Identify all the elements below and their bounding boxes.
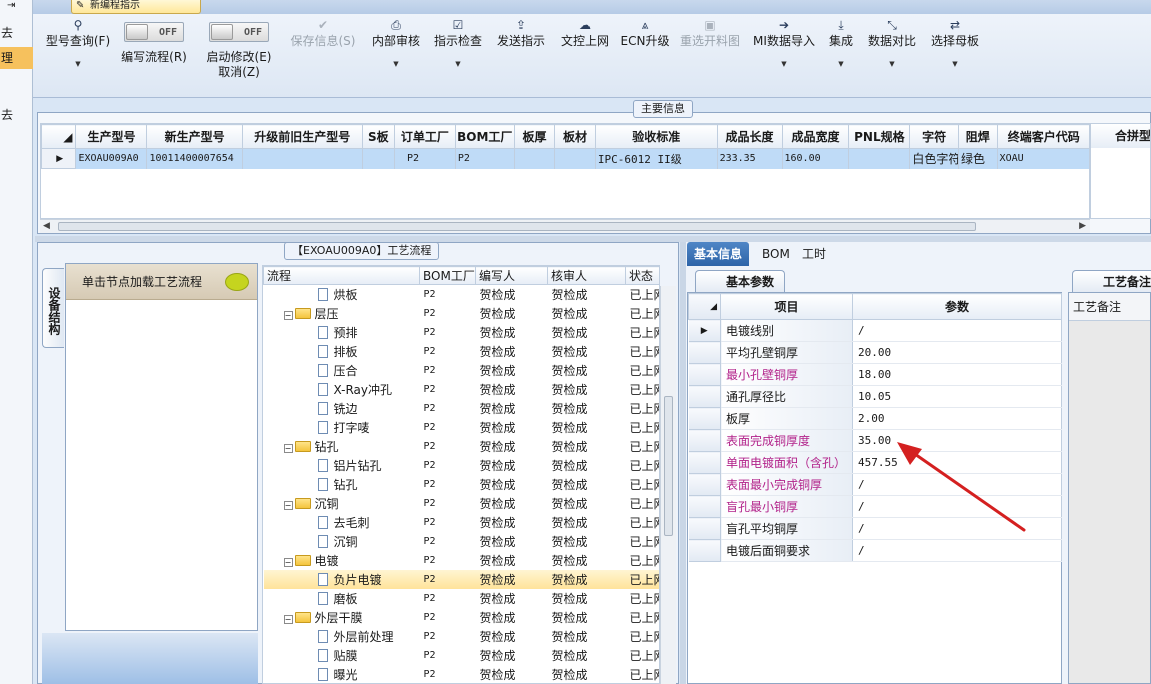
annotation-arrow-icon [897, 442, 1026, 532]
